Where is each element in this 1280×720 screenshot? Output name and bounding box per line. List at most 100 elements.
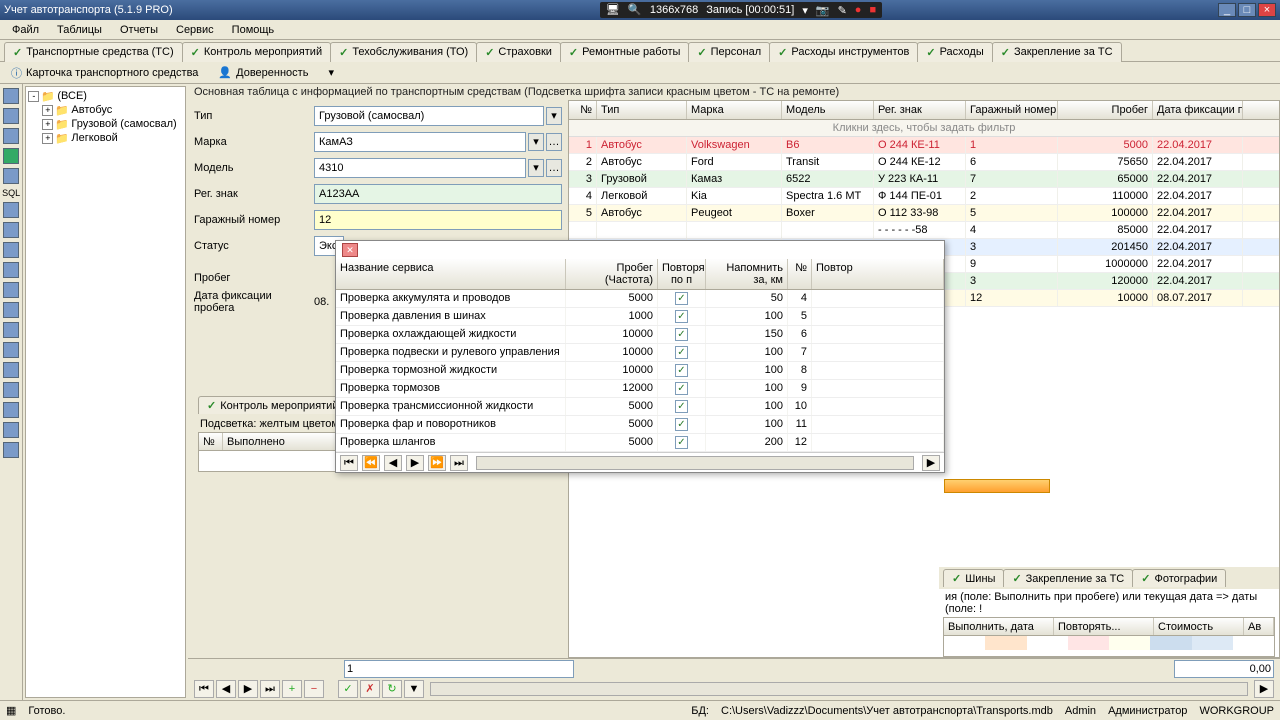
nav-last[interactable]: ⏭ xyxy=(260,680,280,698)
nav-first[interactable]: ⏮ xyxy=(340,455,358,471)
field-garage[interactable]: 12 xyxy=(314,210,562,230)
dropdown-icon[interactable]: ▾ xyxy=(546,107,562,125)
service-row[interactable]: Проверка подвески и рулевого управления1… xyxy=(336,344,944,362)
checkbox[interactable]: ✓ xyxy=(675,418,688,431)
scroll-right[interactable]: ▶ xyxy=(922,455,940,471)
nav-next[interactable]: ▶ xyxy=(406,455,424,471)
col-model[interactable]: Модель xyxy=(782,101,874,119)
col-brand[interactable]: Марка xyxy=(687,101,782,119)
tree-item-bus[interactable]: +📁Автобус xyxy=(28,103,183,117)
filter-row[interactable]: Кликни здесь, чтобы задать фильтр xyxy=(569,120,1279,137)
col-num[interactable]: № xyxy=(569,101,597,119)
table-row[interactable]: 3ГрузовойКамаз6522У 223 КА-1176500022.04… xyxy=(569,171,1279,188)
menu-service[interactable]: Сервис xyxy=(168,22,222,38)
tool-icon[interactable] xyxy=(3,422,19,438)
tool-icon[interactable] xyxy=(3,168,19,184)
col-date[interactable]: Дата фиксации пр xyxy=(1153,101,1243,119)
col-garage[interactable]: Гаражный номер xyxy=(966,101,1058,119)
tool-icon[interactable] xyxy=(3,282,19,298)
accept-button[interactable]: ✓ xyxy=(338,680,358,698)
menu-tables[interactable]: Таблицы xyxy=(49,22,110,38)
tool-icon[interactable] xyxy=(3,442,19,458)
service-row[interactable]: Проверка охлаждающей жидкости10000✓1506 xyxy=(336,326,944,344)
expand-icon[interactable]: + xyxy=(42,105,53,116)
nav-prev[interactable]: ◀ xyxy=(384,455,402,471)
field-reg[interactable]: А123АА xyxy=(314,184,562,204)
table-row[interactable]: 5АвтобусPeugeotBoxerО 112 33-98510000022… xyxy=(569,205,1279,222)
collapse-icon[interactable]: - xyxy=(28,91,39,102)
tool-icon[interactable] xyxy=(3,202,19,218)
h-scrollbar[interactable] xyxy=(430,682,1248,696)
col-service-name[interactable]: Название сервиса xyxy=(336,259,566,289)
checkbox[interactable]: ✓ xyxy=(675,328,688,341)
expand-icon[interactable]: + xyxy=(42,133,53,144)
tab-tool-expenses[interactable]: ✓Расходы инструментов xyxy=(769,42,918,62)
service-row[interactable]: Проверка тормозной жидкости10000✓1008 xyxy=(336,362,944,380)
nav-next-page[interactable]: ⏩ xyxy=(428,455,446,471)
tab-personnel[interactable]: ✓Персонал xyxy=(688,42,770,62)
add-button[interactable]: + xyxy=(282,680,302,698)
tab-tires[interactable]: ✓Шины xyxy=(943,569,1004,587)
nav-first[interactable]: ⏮ xyxy=(194,680,214,698)
popup-close-button[interactable]: ✕ xyxy=(342,243,358,257)
tool-icon[interactable] xyxy=(3,402,19,418)
field-brand[interactable]: КамАЗ xyxy=(314,132,526,152)
nav-prev-page[interactable]: ⏪ xyxy=(362,455,380,471)
popup-scrollbar[interactable] xyxy=(476,456,914,470)
menu-help[interactable]: Помощь xyxy=(224,22,283,38)
tree-item-all[interactable]: -📁(ВСЕ) xyxy=(28,89,183,103)
tool-icon[interactable] xyxy=(3,342,19,358)
service-row[interactable]: Проверка шлангов5000✓20012 xyxy=(336,434,944,452)
tab-expenses[interactable]: ✓Расходы xyxy=(917,42,992,62)
service-row[interactable]: Проверка аккумулята и проводов5000✓504 xyxy=(336,290,944,308)
tab-repairs[interactable]: ✓Ремонтные работы xyxy=(560,42,690,62)
remove-button[interactable]: − xyxy=(304,680,324,698)
table-row[interactable]: 2АвтобусFordTransitО 244 КЕ-1267565022.0… xyxy=(569,154,1279,171)
tab-vehicles[interactable]: ✓Транспортные средства (ТС) xyxy=(4,42,183,62)
ellipsis-button[interactable]: … xyxy=(546,159,562,177)
proxy-button[interactable]: 👤Доверенность xyxy=(211,63,315,82)
tool-icon[interactable] xyxy=(3,148,19,164)
pencil-icon[interactable]: ✎ xyxy=(838,4,847,17)
col-reg[interactable]: Рег. знак xyxy=(874,101,966,119)
tool-icon[interactable] xyxy=(3,262,19,278)
checkbox[interactable]: ✓ xyxy=(675,364,688,377)
tree-item-car[interactable]: +📁Легковой xyxy=(28,131,183,145)
checkbox[interactable]: ✓ xyxy=(675,382,688,395)
tool-icon[interactable] xyxy=(3,108,19,124)
tab-assignment-lower[interactable]: ✓Закрепление за ТС xyxy=(1003,569,1133,587)
tool-icon[interactable] xyxy=(3,128,19,144)
tool-icon[interactable] xyxy=(3,242,19,258)
col-pov[interactable]: Повтор xyxy=(812,259,944,289)
checkbox[interactable]: ✓ xyxy=(675,400,688,413)
tab-insurance[interactable]: ✓Страховки xyxy=(476,42,561,62)
table-row[interactable]: 4ЛегковойKiaSpectra 1.6 MTФ 144 ПЕ-01211… xyxy=(569,188,1279,205)
refresh-button[interactable]: ↻ xyxy=(382,680,402,698)
checkbox[interactable]: ✓ xyxy=(675,292,688,305)
nav-prev[interactable]: ◀ xyxy=(216,680,236,698)
tab-photos[interactable]: ✓Фотографии xyxy=(1132,569,1226,587)
tab-control-lower[interactable]: ✓Контроль мероприятий xyxy=(198,396,347,414)
col-remind[interactable]: Напомнить за, км xyxy=(706,259,788,289)
tool-icon[interactable] xyxy=(3,222,19,238)
sql-label[interactable]: SQL xyxy=(2,188,20,198)
vehicle-card-button[interactable]: ⓘКарточка транспортного средства xyxy=(4,62,205,84)
ellipsis-button[interactable]: … xyxy=(546,133,562,151)
service-row[interactable]: Проверка трансмиссионной жидкости5000✓10… xyxy=(336,398,944,416)
service-row[interactable]: Проверка фар и поворотников5000✓10011 xyxy=(336,416,944,434)
nav-last[interactable]: ⏭ xyxy=(450,455,468,471)
record-icon[interactable]: ● xyxy=(855,4,862,16)
tree-item-truck[interactable]: +📁Грузовой (самосвал) xyxy=(28,117,183,131)
tab-maintenance[interactable]: ✓Техобслуживания (ТО) xyxy=(330,42,477,62)
nav-next[interactable]: ▶ xyxy=(238,680,258,698)
tab-assignment[interactable]: ✓Закрепление за ТС xyxy=(992,42,1122,62)
dropdown-icon[interactable]: ▾ xyxy=(802,4,808,17)
col-mileage[interactable]: Пробег xyxy=(1058,101,1153,119)
menu-reports[interactable]: Отчеты xyxy=(112,22,166,38)
field-type[interactable]: Грузовой (самосвал) xyxy=(314,106,544,126)
expand-icon[interactable]: + xyxy=(42,119,53,130)
col-repeat[interactable]: Повторяемое по п xyxy=(658,259,706,289)
dropdown-button[interactable]: ▾ xyxy=(321,63,341,82)
table-row[interactable]: - - - - - -5848500022.04.2017 xyxy=(569,222,1279,239)
tool-icon[interactable] xyxy=(3,382,19,398)
